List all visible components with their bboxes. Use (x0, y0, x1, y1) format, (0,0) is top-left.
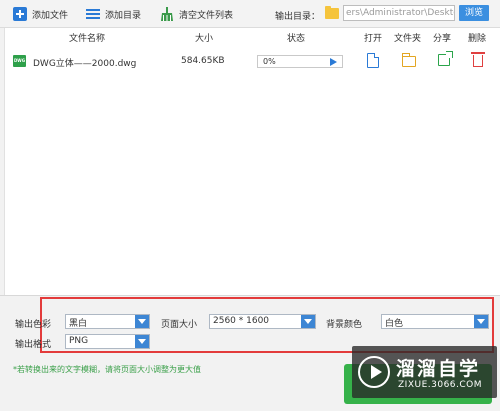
format-label: 输出格式 (15, 340, 52, 350)
page-size-label: 页面大小 (161, 320, 198, 330)
file-size: 584.65KB (181, 56, 225, 66)
file-list-header: 文件名称 大小 状态 打开 文件夹 分享 删除 (5, 28, 500, 46)
play-icon[interactable] (330, 57, 337, 66)
add-directory-label: 添加目录 (105, 10, 142, 21)
clear-list-button[interactable]: 清空文件列表 (160, 6, 233, 22)
progress-bar: 0% (257, 55, 343, 68)
chevron-down-icon (135, 335, 149, 348)
column-share: 分享 (433, 34, 452, 44)
column-size: 大小 (195, 34, 214, 44)
format-select-value: PNG (69, 336, 89, 346)
output-dir-label: 输出目录： (275, 12, 321, 22)
delete-icon[interactable] (471, 52, 485, 67)
background-color-label: 背景颜色 (326, 320, 363, 330)
add-file-label: 添加文件 (32, 10, 69, 21)
column-name: 文件名称 (69, 34, 106, 44)
page-size-select[interactable]: 2560 * 1600 (209, 314, 316, 329)
play-logo-icon (358, 356, 390, 388)
list-icon (86, 7, 100, 21)
add-directory-button[interactable]: 添加目录 (86, 6, 141, 22)
color-select-value: 黑白 (69, 319, 88, 329)
share-icon[interactable] (438, 51, 453, 66)
broom-icon (160, 7, 174, 21)
color-select[interactable]: 黑白 (65, 314, 150, 329)
open-folder-icon[interactable] (401, 53, 416, 67)
color-label: 输出色彩 (15, 320, 52, 330)
column-delete: 删除 (468, 34, 487, 44)
chevron-down-icon (301, 315, 315, 328)
column-open: 打开 (364, 34, 383, 44)
file-name: DWG立体——2000.dwg (33, 59, 137, 69)
column-status: 状态 (287, 34, 306, 44)
table-row[interactable]: DWG DWG立体——2000.dwg 584.65KB 0% (5, 50, 500, 74)
folder-icon (325, 6, 339, 19)
page-size-select-value: 2560 * 1600 (213, 316, 270, 326)
chevron-down-icon (135, 315, 149, 328)
watermark: 溜溜自学 ZIXUE.3066.COM (352, 346, 497, 398)
chevron-down-icon (474, 315, 488, 328)
file-list: 文件名称 大小 状态 打开 文件夹 分享 删除 DWG DWG立体——2000.… (4, 28, 500, 295)
add-file-button[interactable]: 添加文件 (13, 6, 68, 22)
format-select[interactable]: PNG (65, 334, 150, 349)
background-color-select-value: 白色 (385, 319, 404, 329)
watermark-url: ZIXUE.3066.COM (398, 380, 483, 390)
toolbar: 添加文件 添加目录 清空文件列表 输出目录： ers\Administrator… (0, 0, 500, 28)
column-folder: 文件夹 (394, 34, 422, 44)
progress-text: 0% (263, 57, 276, 66)
browse-button[interactable]: 浏览 (459, 5, 489, 21)
dwg-file-icon: DWG (13, 55, 26, 67)
background-color-select[interactable]: 白色 (381, 314, 489, 329)
watermark-title: 溜溜自学 (396, 358, 481, 380)
open-file-icon[interactable] (367, 53, 379, 68)
add-file-icon (13, 7, 27, 21)
tip-text: *若转换出来的文字模糊，请将页面大小调整为更大值 (13, 365, 201, 374)
output-path-input[interactable]: ers\Administrator\Desktop (343, 5, 455, 21)
clear-list-label: 清空文件列表 (179, 10, 234, 21)
